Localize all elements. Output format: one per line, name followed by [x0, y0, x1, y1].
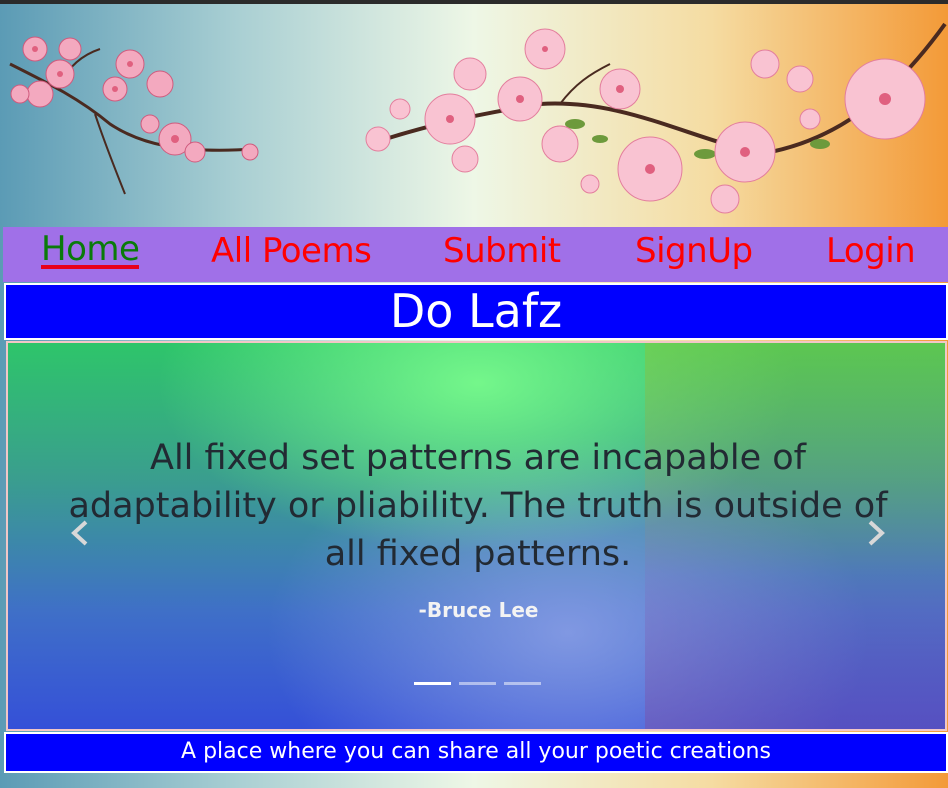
nav-link-login[interactable]: Login — [826, 229, 916, 277]
carousel-quote-text: All fixed set patterns are incapable of … — [68, 438, 888, 574]
cherry-blossom-banner — [0, 4, 948, 227]
nav-link-signup[interactable]: SignUp — [635, 229, 753, 277]
site-title: Do Lafz — [4, 283, 948, 340]
carousel-prev-button[interactable] — [60, 513, 100, 553]
carousel-indicators — [414, 682, 549, 701]
cherry-blossom-illustration — [9, 22, 947, 214]
nav-link-home[interactable]: Home — [41, 229, 140, 269]
chevron-left-icon — [71, 520, 88, 546]
carousel-indicator-2[interactable] — [459, 682, 496, 685]
main-navigation: Home All Poems Submit SignUp Login — [3, 227, 948, 282]
carousel-indicator-1[interactable] — [414, 682, 451, 685]
carousel-next-button[interactable] — [856, 513, 896, 553]
site-tagline: A place where you can share all your poe… — [4, 732, 948, 773]
carousel-quote-author: -Bruce Lee — [418, 598, 539, 622]
quote-carousel: All fixed set patterns are incapable of … — [6, 341, 947, 731]
nav-link-submit[interactable]: Submit — [443, 229, 561, 277]
carousel-indicator-3[interactable] — [504, 682, 541, 685]
chevron-right-icon — [868, 520, 885, 546]
nav-link-all-poems[interactable]: All Poems — [211, 229, 372, 277]
